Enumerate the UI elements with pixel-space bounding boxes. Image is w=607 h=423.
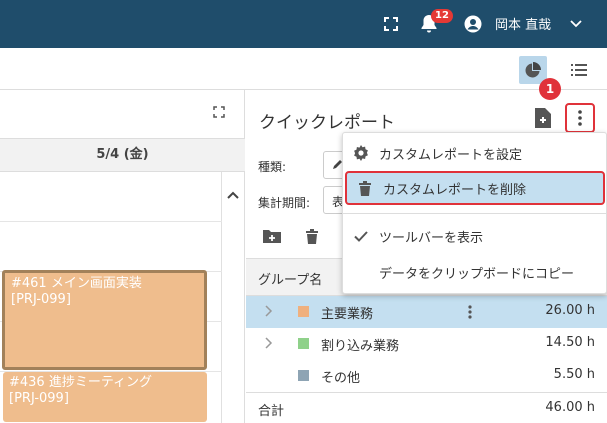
check-icon — [343, 230, 379, 242]
total-label: 合計 — [258, 404, 285, 419]
task-title: #436 進捗ミーティング — [9, 375, 153, 390]
calendar-panel: 5/4 (金) #461 メイン画面実装 [PRJ-099] #436 進捗ミー… — [0, 90, 245, 423]
chevron-down-icon[interactable] — [570, 12, 582, 36]
color-swatch — [298, 306, 309, 317]
pie-chart-icon — [525, 62, 541, 78]
row-value: 5.50 h — [553, 367, 595, 382]
kebab-icon — [578, 110, 582, 126]
kebab-icon[interactable] — [468, 305, 472, 319]
menu-item-label: データをクリップボードにコピー — [379, 266, 575, 282]
chevron-right-icon[interactable] — [264, 336, 274, 350]
period-label: 集計期間: — [258, 196, 311, 210]
expand-icon[interactable] — [213, 106, 225, 122]
menu-item-copy-to-clipboard[interactable]: データをクリップボードにコピー — [343, 255, 606, 289]
row-name: 割り込み業務 — [321, 339, 400, 354]
delete-button[interactable] — [302, 226, 322, 246]
trash-icon — [306, 228, 318, 244]
task-project: [PRJ-099] — [9, 391, 69, 406]
add-report-button[interactable] — [533, 107, 553, 129]
menu-item-label: カスタムレポートを削除 — [383, 182, 527, 198]
list-view-button[interactable] — [565, 56, 593, 84]
menu-item-configure-report[interactable]: カスタムレポートを設定 — [343, 136, 606, 170]
row-name: 主要業務 — [321, 307, 374, 322]
total-row: 合計 46.00 h — [246, 392, 607, 423]
row-name: その他 — [321, 371, 361, 386]
menu-item-label: カスタムレポートを設定 — [379, 147, 523, 163]
folder-add-icon — [263, 230, 281, 243]
row-value: 26.00 h — [545, 303, 595, 318]
chevron-up-icon — [227, 191, 239, 199]
step-number-badge: 1 — [539, 78, 561, 100]
trash-icon — [347, 180, 383, 196]
notification-count-badge: 12 — [431, 9, 453, 23]
grid-line — [0, 221, 222, 222]
menu-divider — [343, 213, 606, 214]
row-value: 14.50 h — [545, 335, 595, 350]
type-label: 種類: — [258, 160, 287, 174]
menu-item-delete-report[interactable]: カスタムレポートを削除 — [345, 171, 605, 205]
task-title: #461 メイン画面実装 — [11, 276, 142, 291]
chevron-right-icon[interactable] — [264, 304, 274, 318]
scroll-up-button[interactable] — [222, 185, 244, 205]
day-header[interactable]: 5/4 (金) — [0, 138, 245, 172]
table-row[interactable]: 主要業務 26.00 h — [246, 296, 607, 328]
menu-item-label: ツールバーを表示 — [379, 230, 484, 246]
top-navigation-bar: 12 岡本 直哉 — [0, 0, 607, 48]
list-icon — [571, 64, 587, 76]
task-project: [PRJ-099] — [11, 292, 71, 307]
add-folder-button[interactable] — [262, 226, 282, 246]
color-swatch — [298, 338, 309, 349]
file-add-icon — [535, 108, 551, 128]
color-swatch — [298, 370, 309, 381]
view-toolbar — [0, 48, 607, 90]
more-options-button[interactable] — [565, 103, 595, 133]
fullscreen-icon[interactable] — [384, 12, 398, 36]
menu-item-show-toolbar[interactable]: ツールバーを表示 — [343, 219, 606, 253]
table-row[interactable]: 割り込み業務 14.50 h — [246, 328, 607, 360]
table-row[interactable]: その他 5.50 h — [246, 360, 607, 392]
quick-report-title: クイックレポート — [259, 113, 395, 133]
task-block[interactable]: #436 進捗ミーティング [PRJ-099] — [3, 372, 207, 422]
options-menu: カスタムレポートを設定 カスタムレポートを削除 ツールバーを表示 データをクリッ… — [342, 132, 607, 294]
group-name-header[interactable]: グループ名 — [258, 269, 322, 288]
total-value: 46.00 h — [545, 400, 595, 415]
user-icon[interactable] — [464, 12, 482, 36]
user-name[interactable]: 岡本 直哉 — [495, 14, 551, 33]
gear-icon — [343, 145, 379, 161]
task-block-selected[interactable]: #461 メイン画面実装 [PRJ-099] — [2, 270, 207, 370]
